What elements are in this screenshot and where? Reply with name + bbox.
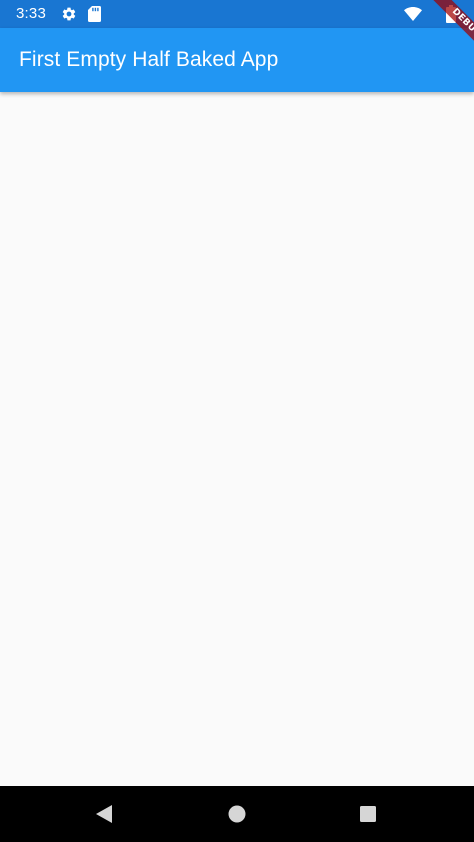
back-icon[interactable] [93,802,117,826]
navigation-bar [0,786,474,842]
home-icon[interactable] [225,802,249,826]
app-bar: First Empty Half Baked App [0,28,474,92]
app-title: First Empty Half Baked App [19,48,279,71]
wifi-icon [404,7,422,21]
settings-icon [62,7,76,21]
status-time: 3:33 [16,5,46,22]
recents-icon[interactable] [356,802,380,826]
content-area [0,92,474,786]
sd-card-icon [88,6,101,22]
status-bar: 3:33 [0,0,474,28]
battery-icon [446,5,456,23]
